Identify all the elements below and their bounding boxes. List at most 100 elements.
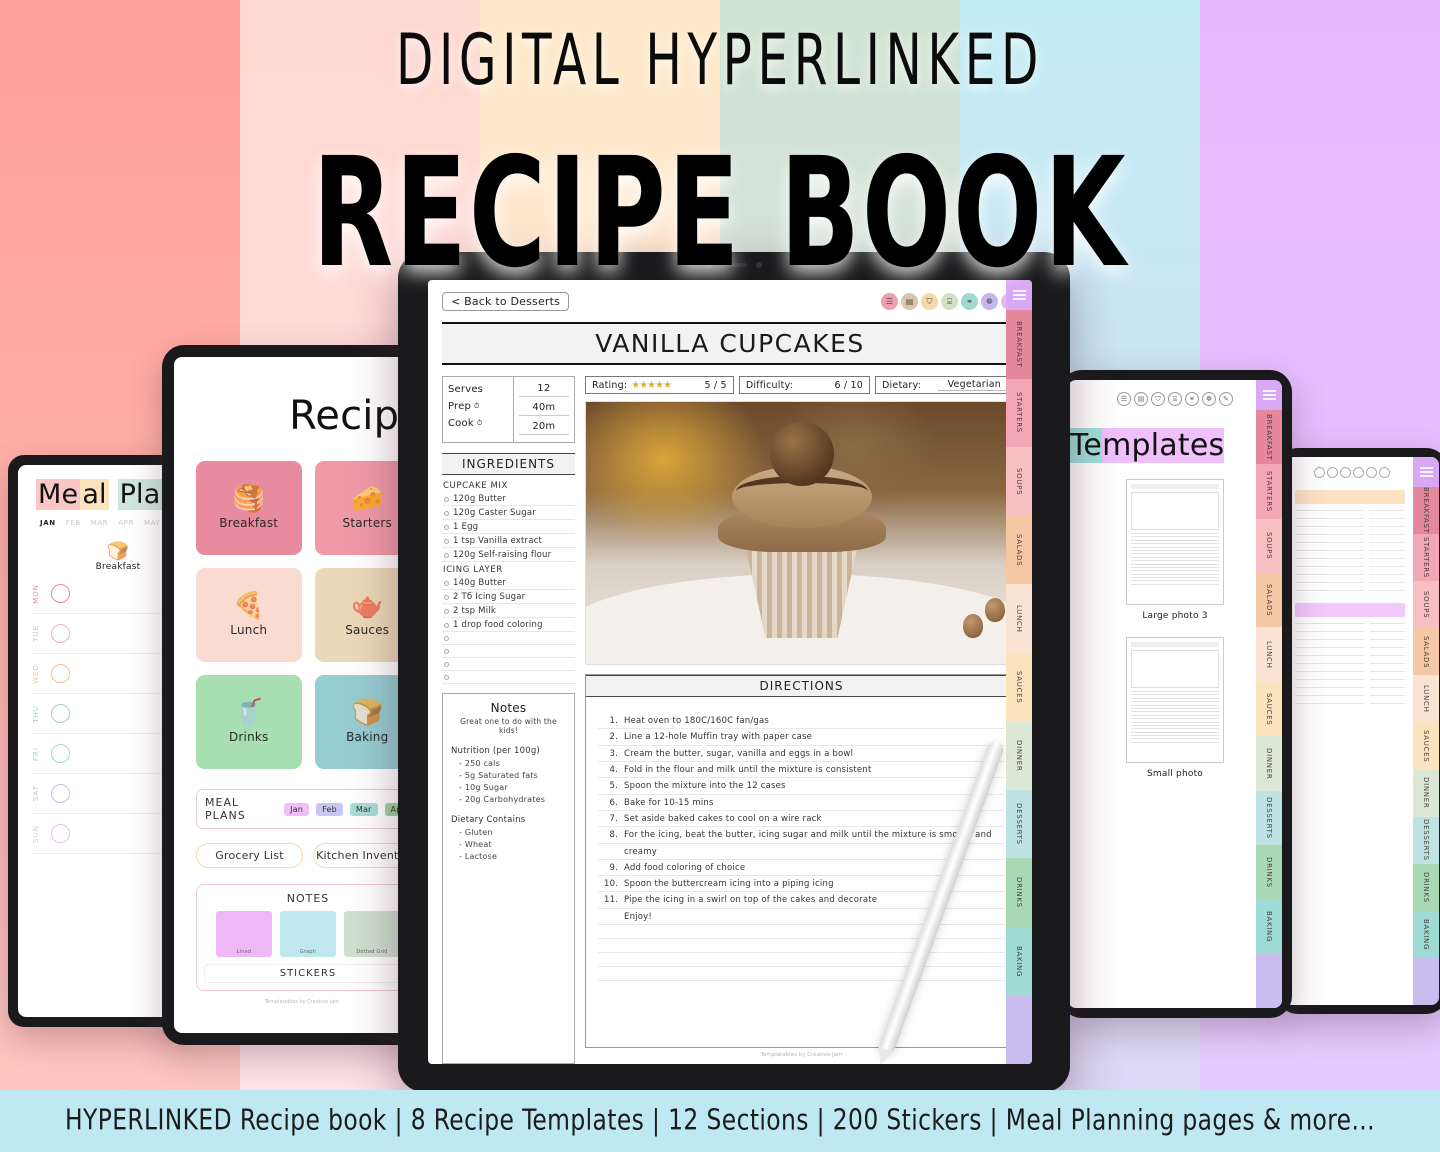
ingredient-row[interactable]: 120g Self-raising flour	[442, 548, 575, 562]
month-tab-feb[interactable]: FEB	[66, 519, 81, 527]
list-line-row[interactable]	[1295, 558, 1405, 559]
dietary-chip[interactable]: Dietary: Vegetarian	[875, 376, 1018, 394]
list-line-row[interactable]	[1295, 518, 1405, 519]
section-tab-rail[interactable]: BREAKFAST STARTERS SOUPS SALADS LUNCH SAUCES D…	[1413, 457, 1439, 1005]
note-swatch-dotted-grid[interactable]: Dotted Grid	[344, 911, 400, 957]
toolbar-icon[interactable]	[1353, 467, 1364, 478]
meta-value[interactable]: 12	[518, 381, 569, 397]
stickers-button[interactable]: STICKERS	[204, 964, 412, 983]
sticker-icon[interactable]: ❁	[1202, 392, 1216, 406]
list-line-row[interactable]	[1295, 671, 1405, 672]
ingredient-row[interactable]: 1 drop food coloring	[442, 618, 575, 632]
section-tab-lunch[interactable]: LUNCH	[1006, 584, 1032, 653]
section-tab-starters[interactable]: STARTERS	[1413, 534, 1439, 582]
month-tab-may[interactable]: MAY	[144, 519, 160, 527]
ingredient-checkbox[interactable]	[444, 524, 449, 530]
ingredient-checkbox[interactable]	[444, 662, 449, 667]
section-tab-sauces[interactable]: SAUCES	[1006, 652, 1032, 722]
category-tile-drinks[interactable]: 🥤 Drinks	[196, 675, 302, 769]
list-line-row[interactable]	[1295, 663, 1405, 664]
section-tab-baking[interactable]: BAKING	[1413, 910, 1439, 958]
category-tile-breakfast[interactable]: 🥞 Breakfast	[196, 461, 302, 555]
section-tab-dinner[interactable]: DINNER	[1413, 769, 1439, 817]
section-tab-desserts[interactable]: DESSERTS	[1413, 816, 1439, 864]
section-tab-soups[interactable]: SOUPS	[1413, 581, 1439, 629]
home-icon[interactable]: ☰	[1117, 392, 1131, 406]
ingredient-checkbox[interactable]	[444, 580, 449, 586]
rating-chip[interactable]: Rating: ★★★★★ 5 / 5	[585, 376, 734, 394]
list-line-row[interactable]	[1295, 542, 1405, 543]
month-tab-apr[interactable]: APR	[118, 519, 134, 527]
template-thumb[interactable]: Large photo 3	[1126, 479, 1224, 621]
list-line-row[interactable]	[1295, 590, 1405, 591]
section-tab-soups[interactable]: SOUPS	[1006, 447, 1032, 516]
ingredient-row[interactable]	[442, 632, 575, 645]
toolbar-icon[interactable]	[1340, 467, 1351, 478]
difficulty-chip[interactable]: Difficulty: 6 / 10	[738, 376, 871, 394]
direction-blank-line[interactable]	[598, 953, 1005, 968]
ingredient-row[interactable]: 2 Tб Icing Sugar	[442, 590, 575, 604]
meal-slot-circle[interactable]	[51, 624, 70, 643]
section-tab-sauces[interactable]: SAUCES	[1413, 722, 1439, 770]
section-tab-breakfast[interactable]: BREAKFAST	[1006, 310, 1032, 379]
meta-values[interactable]: 12 40m 20m	[514, 377, 574, 442]
templates-toolbar[interactable]: ☰ ▤ ⛉ ⌸ ⚭ ❁ ✎	[1068, 380, 1282, 406]
direction-blank-line[interactable]	[598, 925, 1005, 940]
section-tab-rail[interactable]: BREAKFAST STARTERS SOUPS SALADS LUNCH SAUCES D…	[1006, 280, 1032, 1064]
section-tab[interactable]	[1413, 957, 1439, 1005]
section-tab-starters[interactable]: STARTERS	[1256, 464, 1282, 519]
list-line-row[interactable]	[1295, 582, 1405, 583]
meal-slot-circle[interactable]	[51, 784, 70, 803]
template-thumb[interactable]: Small photo	[1126, 637, 1224, 779]
list-line-row[interactable]	[1295, 687, 1405, 688]
toolbar-icon[interactable]	[1314, 467, 1325, 478]
notes-icon[interactable]: ⌸	[1168, 392, 1182, 406]
month-chip-jan[interactable]: Jan	[284, 802, 310, 816]
section-tab-rail[interactable]: BREAKFAST STARTERS SOUPS SALADS LUNCH SAUCES D…	[1256, 380, 1282, 1008]
section-tab-breakfast[interactable]: BREAKFAST	[1413, 487, 1439, 535]
toolbar-icon[interactable]	[1366, 467, 1377, 478]
list-line-row[interactable]	[1295, 679, 1405, 680]
list-line-row[interactable]	[1295, 510, 1405, 511]
list-line-row[interactable]	[1295, 526, 1405, 527]
section-tab-desserts[interactable]: DESSERTS	[1256, 790, 1282, 845]
meal-plan-month-tabs[interactable]: JAN FEB MAR APR MAY	[18, 512, 184, 531]
ingredient-row[interactable]: 120g Butter	[442, 492, 575, 506]
direction-blank-line[interactable]	[598, 967, 1005, 982]
meal-slot-circle[interactable]	[51, 664, 70, 683]
section-tab-breakfast[interactable]: BREAKFAST	[1256, 410, 1282, 465]
section-tab-drinks[interactable]: DRINKS	[1006, 858, 1032, 927]
toolbar-icon[interactable]	[1379, 467, 1390, 478]
ingredient-checkbox[interactable]	[444, 538, 449, 544]
ingredient-checkbox[interactable]	[444, 496, 449, 502]
section-tab-baking[interactable]: BAKING	[1256, 899, 1282, 954]
section-tab-salads[interactable]: SALADS	[1006, 515, 1032, 585]
section-tab-drinks[interactable]: DRINKS	[1413, 863, 1439, 911]
month-chip-mar[interactable]: Mar	[349, 802, 378, 816]
book-icon[interactable]: ▤	[1134, 392, 1148, 406]
section-tab-baking[interactable]: BAKING	[1006, 926, 1032, 996]
month-tab-mar[interactable]: MAR	[91, 519, 109, 527]
section-tab-desserts[interactable]: DESSERTS	[1006, 789, 1032, 859]
menu-icon[interactable]	[1256, 380, 1282, 410]
section-tab-drinks[interactable]: DRINKS	[1256, 844, 1282, 900]
section-tab-lunch[interactable]: LUNCH	[1256, 627, 1282, 682]
category-tile-lunch[interactable]: 🍕 Lunch	[196, 568, 302, 662]
ingredient-checkbox[interactable]	[444, 675, 449, 680]
ingredient-checkbox[interactable]	[444, 552, 449, 558]
section-tab[interactable]	[1256, 953, 1282, 1008]
meal-plans-row[interactable]: MEAL PLANS JanFebMarApr	[196, 789, 420, 829]
ingredient-row[interactable]	[442, 671, 575, 684]
list-line-row[interactable]	[1295, 550, 1405, 551]
meal-slot-circle[interactable]	[51, 744, 70, 763]
section-tab-sauces[interactable]: SAUCES	[1256, 681, 1282, 737]
ingredient-row[interactable]: 1 tsp Vanilla extract	[442, 534, 575, 548]
section-tab-lunch[interactable]: LUNCH	[1413, 675, 1439, 723]
ingredient-checkbox[interactable]	[444, 649, 449, 654]
meal-slot-circle[interactable]	[51, 824, 70, 843]
ingredient-checkbox[interactable]	[444, 622, 449, 628]
ingredient-row[interactable]	[442, 658, 575, 671]
meal-slot-circle[interactable]	[51, 584, 70, 603]
section-tab-salads[interactable]: SALADS	[1413, 628, 1439, 676]
note-swatch-graph[interactable]: Graph	[280, 911, 336, 957]
